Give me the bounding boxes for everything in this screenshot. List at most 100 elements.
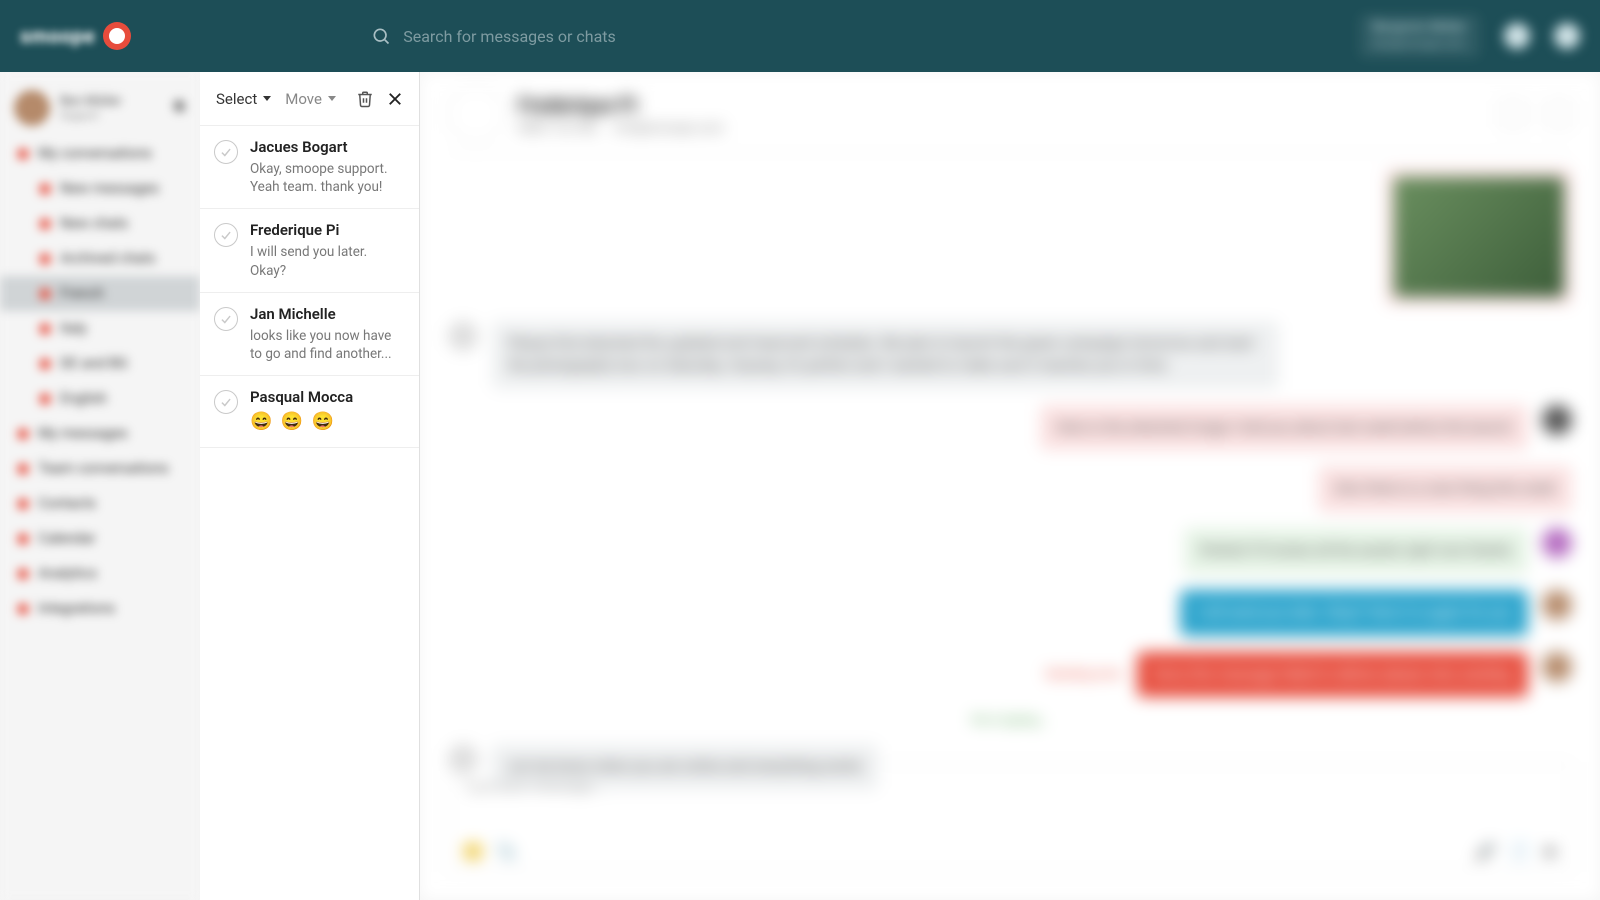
brand-name: smoope <box>20 24 95 48</box>
message-row: Also there is a new thing this week <box>448 466 1572 512</box>
sidebar-item[interactable]: Analytics <box>0 556 200 591</box>
close-button[interactable] <box>383 87 407 111</box>
sidebar-item[interactable]: Contacts <box>0 486 200 521</box>
sender-avatar <box>1542 652 1572 682</box>
folder-icon <box>40 394 50 404</box>
message-bubble[interactable]: Please find attached the updated and imp… <box>492 321 1279 389</box>
sidebar-item[interactable]: Calendar <box>0 521 200 556</box>
message-row: Here is the attached image I told you ab… <box>448 405 1572 451</box>
message-row: Sending error Sorry this message failed … <box>448 652 1572 698</box>
message-bubble[interactable]: Perfect! I'll review all the assets righ… <box>1184 528 1528 574</box>
sidebar-item[interactable]: New messages <box>0 171 200 206</box>
sidebar-item[interactable]: Italy <box>0 311 200 346</box>
message-row: Please find attached the updated and imp… <box>448 321 1572 389</box>
search-input[interactable] <box>403 27 803 46</box>
sidebar-item[interactable]: French <box>0 276 200 311</box>
conversation-name: Pasqual Mocca <box>250 388 405 406</box>
sidebar-item-label: French <box>60 285 104 302</box>
contact-name: Frederique Pi <box>518 93 724 117</box>
sidebar-item[interactable]: New chats <box>0 206 200 241</box>
sidebar-item[interactable]: English <box>0 381 200 416</box>
select-checkbox[interactable] <box>214 140 238 164</box>
sidebar-item-label: English <box>60 390 107 407</box>
sidebar-item[interactable]: Team conversations <box>0 451 200 486</box>
settings-icon[interactable] <box>1554 23 1580 49</box>
sender-avatar <box>448 321 478 351</box>
sidebar-item-label: New chats <box>60 215 128 232</box>
mic-icon[interactable]: 🎤 <box>1476 842 1496 861</box>
sidebar-item-label: New messages <box>60 180 159 197</box>
sender-avatar <box>1542 405 1572 435</box>
message-bubble[interactable]: Here is the attached image I told you ab… <box>1040 405 1528 451</box>
sidebar-user[interactable]: Ben Müller Support <box>0 80 200 136</box>
emoji-icon[interactable]: 🙂 <box>463 842 483 861</box>
check-icon <box>219 145 233 159</box>
gear-icon[interactable] <box>170 98 186 118</box>
conversation-item[interactable]: Frederique Pi I will send you later. Okay… <box>200 209 419 292</box>
global-search[interactable] <box>371 26 803 46</box>
sidebar-item-label: Analytics <box>38 565 97 582</box>
folder-icon <box>18 464 28 474</box>
conversation-item[interactable]: Pasqual Mocca😄 😄 😄 <box>200 376 419 447</box>
avatar <box>14 90 50 126</box>
select-checkbox[interactable] <box>214 223 238 247</box>
folder-icon <box>18 429 28 439</box>
notifications-icon[interactable] <box>1504 23 1530 49</box>
message-bubble[interactable] <box>1386 169 1572 305</box>
move-label: Move <box>285 90 322 108</box>
sender-avatar <box>1542 528 1572 558</box>
account-name: Benjamin Müller <box>1373 20 1466 37</box>
typing-indicator: He is typing... <box>448 713 1572 728</box>
brand-logo: smoope <box>20 22 131 50</box>
message-bubble[interactable]: Sorry this message failed to deliver ple… <box>1137 652 1528 698</box>
conversation-item[interactable]: Jacues Bogart Okay, smoope support. Yeah … <box>200 126 419 209</box>
search-icon <box>371 26 391 46</box>
folder-icon <box>18 534 28 544</box>
trash-icon <box>356 90 374 108</box>
chat-header: Frederique Pi 0800 123 456 info@smoope.c… <box>448 86 1572 153</box>
select-checkbox[interactable] <box>214 307 238 331</box>
error-label: Sending error <box>1046 667 1123 682</box>
folder-icon <box>40 254 50 264</box>
folder-icon <box>18 149 28 159</box>
conversation-name: Jacues Bogart <box>250 138 405 156</box>
account-chip[interactable]: Benjamin Müller ben@smoope.com <box>1359 14 1480 57</box>
sidebar-item[interactable]: Archived chats <box>0 241 200 276</box>
conversation-name: Frederique Pi <box>250 221 405 239</box>
sidebar-item[interactable]: DE and BG <box>0 346 200 381</box>
select-checkbox[interactable] <box>214 390 238 414</box>
contact-avatar[interactable] <box>448 86 504 142</box>
folder-icon <box>18 569 28 579</box>
select-dropdown[interactable]: Select <box>212 86 275 112</box>
sidebar-item-label: My conversations <box>38 145 152 162</box>
image-attachment[interactable] <box>1394 177 1564 297</box>
conversation-preview: I will send you later. Okay? <box>250 243 405 279</box>
select-label: Select <box>216 90 257 108</box>
conversation-preview: Okay, smoope support. Yeah team. thank y… <box>250 160 405 196</box>
sidebar-item[interactable]: My messages <box>0 416 200 451</box>
conversation-list-panel: Select Move Jacues Bogart Okay, smoope su… <box>200 72 420 900</box>
sidebar-item[interactable]: Integrations <box>0 591 200 626</box>
message-bubble[interactable]: I will send you later. Okay? Here it is … <box>1180 590 1528 636</box>
sidebar-user-name: Ben Müller <box>60 94 122 110</box>
check-icon <box>219 395 233 409</box>
template-icon[interactable]: 📄 <box>1510 842 1530 861</box>
delete-button[interactable] <box>353 87 377 111</box>
chevron-down-icon <box>263 96 271 101</box>
conversation-item[interactable]: Jan Michellelooks like you now have to g… <box>200 293 419 376</box>
conversation-preview: looks like you now have to go and find a… <box>250 327 405 363</box>
close-icon <box>386 90 404 108</box>
folder-icon <box>40 184 50 194</box>
send-icon[interactable]: ➤ <box>1544 842 1557 861</box>
check-icon <box>219 312 233 326</box>
chat-action-icon[interactable] <box>1500 101 1526 127</box>
sidebar-item-label: DE and BG <box>60 355 128 372</box>
chat-action-icon[interactable] <box>1546 101 1572 127</box>
move-dropdown[interactable]: Move <box>281 86 340 112</box>
message-bubble[interactable]: Also there is a new thing this week <box>1318 466 1572 512</box>
sidebar-item[interactable]: My conversations <box>0 136 200 171</box>
message-composer[interactable]: Type your message... 🙂 📎 🎤 📄 ➤ <box>448 762 1572 872</box>
contact-phone: 0800 123 456 <box>518 121 598 136</box>
composer-placeholder: Type your message... <box>463 777 1557 795</box>
attach-icon[interactable]: 📎 <box>497 842 517 861</box>
